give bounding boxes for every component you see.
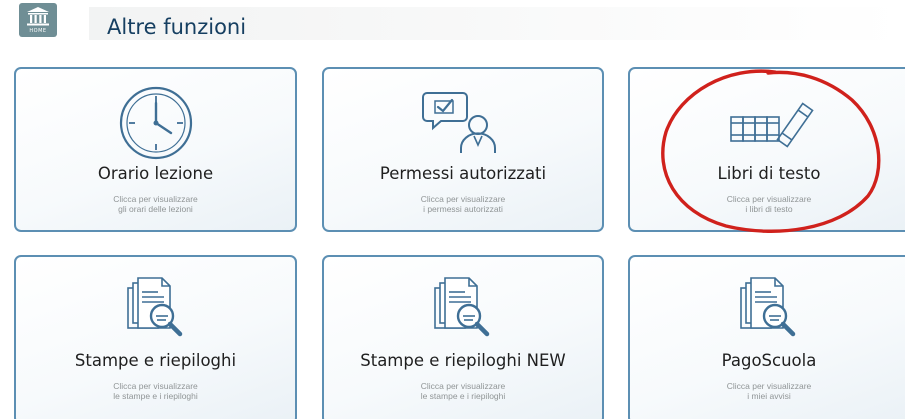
- tile-description: Clicca per visualizzare i libri di testo: [726, 194, 812, 214]
- tile-description: Clicca per visualizzare le stampe e i ri…: [420, 381, 506, 401]
- books-icon: [730, 102, 814, 148]
- tile-description: Clicca per visualizzare gli orari delle …: [113, 194, 198, 214]
- tile-permessi-autorizzati[interactable]: Permessi autorizzati Clicca per visualiz…: [322, 67, 604, 232]
- permission-icon: [422, 92, 496, 153]
- clock-icon: [119, 86, 192, 160]
- tile-description: Clicca per visualizzare i miei avvisi: [726, 381, 812, 401]
- tile-title: Stampe e riepiloghi: [74, 351, 237, 370]
- tile-title: Permessi autorizzati: [379, 164, 547, 183]
- tile-description: Clicca per visualizzare i permessi autor…: [420, 194, 506, 214]
- documents-search-icon: [434, 277, 490, 337]
- home-button[interactable]: HOME: [19, 3, 57, 37]
- page-title: Altre funzioni: [107, 15, 247, 39]
- tile-stampe-e-riepiloghi[interactable]: Stampe e riepiloghi Clicca per visualizz…: [14, 255, 297, 419]
- tile-pagoscuola[interactable]: PagoScuola Clicca per visualizzare i mie…: [628, 255, 905, 419]
- tile-orario-lezione[interactable]: Orario lezione Clicca per visualizzare g…: [14, 67, 297, 232]
- documents-search-icon: [126, 277, 182, 337]
- tile-title: Libri di testo: [717, 164, 821, 183]
- tile-stampe-e-riepiloghi-new[interactable]: Stampe e riepiloghi NEW Clicca per visua…: [322, 255, 604, 419]
- title-bar: Altre funzioni: [89, 7, 905, 40]
- tile-description: Clicca per visualizzare le stampe e i ri…: [113, 381, 198, 401]
- tile-libri-di-testo[interactable]: Libri di testo Clicca per visualizzare i…: [628, 67, 905, 232]
- documents-search-icon: [740, 277, 796, 337]
- tile-title: Orario lezione: [97, 164, 214, 183]
- tile-title: PagoScuola: [721, 351, 817, 370]
- page: HOME Altre funzioni Orario lezione Clicc…: [0, 0, 905, 419]
- museum-icon: [27, 7, 49, 26]
- tile-title: Stampe e riepiloghi NEW: [360, 351, 566, 370]
- home-label: HOME: [29, 28, 47, 34]
